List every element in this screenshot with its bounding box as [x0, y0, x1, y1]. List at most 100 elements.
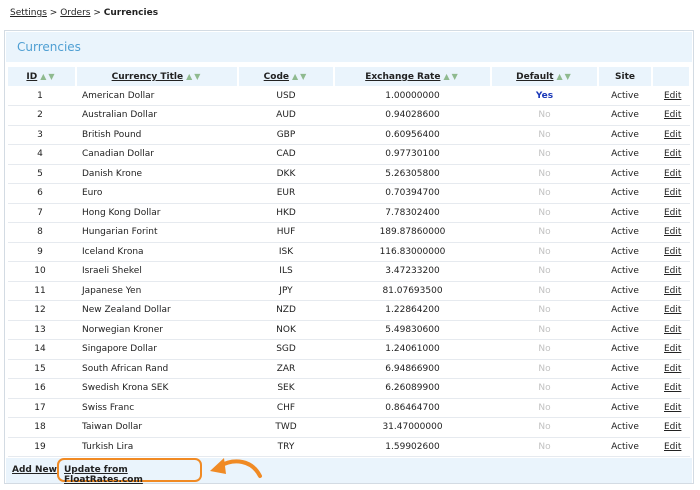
currencies-panel: Currencies ID ▲▼ Currency Title ▲▼ Code ▲▼ … — [4, 30, 694, 485]
cell-actions: Edit — [652, 300, 690, 321]
cell-exchange-rate: 116.83000000 — [334, 242, 491, 262]
cell-actions: Edit — [652, 281, 690, 301]
edit-link[interactable]: Edit — [664, 325, 681, 335]
table-row: 19 Turkish Lira TRY 1.59902600 No Active Edit — [8, 437, 690, 457]
cell-id: 16 — [8, 378, 76, 399]
cell-site-status: Active — [598, 203, 652, 223]
table-row: 2 Australian Dollar AUD 0.94028600 No Active E… — [8, 105, 690, 126]
cell-id: 6 — [8, 183, 76, 204]
add-new-link[interactable]: Add New — [12, 465, 57, 475]
sort-arrows-icon[interactable]: ▲▼ — [292, 72, 308, 81]
cell-exchange-rate: 0.86464700 — [334, 398, 491, 418]
cell-exchange-rate: 0.70394700 — [334, 183, 491, 204]
cell-id: 1 — [8, 86, 76, 106]
cell-code: ISK — [238, 242, 334, 262]
cell-default: No — [491, 320, 598, 340]
edit-link[interactable]: Edit — [664, 364, 681, 374]
cell-exchange-rate: 6.94866900 — [334, 359, 491, 379]
table-row: 14 Singapore Dollar SGD 1.24061000 No Active E… — [8, 339, 690, 360]
cell-currency-title: Swiss Franc — [76, 398, 238, 418]
column-header-rate: Exchange Rate ▲▼ — [334, 67, 492, 86]
edit-link[interactable]: Edit — [664, 286, 681, 296]
edit-link[interactable]: Edit — [664, 227, 681, 237]
callout-arrow-icon — [210, 458, 262, 478]
cell-currency-title: Canadian Dollar — [76, 144, 238, 165]
cell-code: AUD — [238, 105, 334, 126]
edit-link[interactable]: Edit — [664, 247, 681, 257]
cell-code: ILS — [238, 261, 334, 282]
breadcrumb: Settings > Orders > Currencies — [10, 8, 158, 18]
cell-code: HKD — [238, 203, 334, 223]
edit-link[interactable]: Edit — [664, 91, 681, 101]
edit-link[interactable]: Edit — [664, 130, 681, 140]
edit-link[interactable]: Edit — [664, 344, 681, 354]
edit-link[interactable]: Edit — [664, 266, 681, 276]
cell-currency-title: Iceland Krona — [76, 242, 238, 262]
cell-id: 14 — [8, 339, 76, 360]
cell-default: No — [491, 281, 598, 301]
cell-actions: Edit — [652, 378, 690, 399]
table-row: 8 Hungarian Forint HUF 189.87860000 No Active… — [8, 222, 690, 243]
table-row: 6 Euro EUR 0.70394700 No Active Edit — [8, 183, 690, 204]
breadcrumb-orders-link[interactable]: Orders — [60, 8, 90, 18]
cell-currency-title: Taiwan Dollar — [76, 417, 238, 438]
cell-currency-title: Norwegian Kroner — [76, 320, 238, 340]
edit-link[interactable]: Edit — [664, 208, 681, 218]
cell-id: 7 — [8, 203, 76, 223]
table-row: 15 South African Rand ZAR 6.94866900 No Activ… — [8, 359, 690, 379]
cell-currency-title: Danish Krone — [76, 164, 238, 184]
cell-site-status: Active — [598, 183, 652, 204]
column-header-default: Default ▲▼ — [491, 67, 599, 86]
cell-actions: Edit — [652, 261, 690, 282]
edit-link[interactable]: Edit — [664, 188, 681, 198]
cell-default: No — [491, 164, 598, 184]
cell-actions: Edit — [652, 437, 690, 457]
edit-link[interactable]: Edit — [664, 403, 681, 413]
cell-actions: Edit — [652, 125, 690, 145]
sort-by-rate-link[interactable]: Exchange Rate — [365, 72, 440, 82]
cell-site-status: Active — [598, 378, 652, 399]
cell-id: 4 — [8, 144, 76, 165]
sort-arrows-icon[interactable]: ▲▼ — [557, 72, 573, 81]
cell-actions: Edit — [652, 398, 690, 418]
cell-site-status: Active — [598, 144, 652, 165]
sort-by-default-link[interactable]: Default — [516, 72, 553, 82]
cell-site-status: Active — [598, 105, 652, 126]
cell-actions: Edit — [652, 144, 690, 165]
edit-link[interactable]: Edit — [664, 110, 681, 120]
table-row: 7 Hong Kong Dollar HKD 7.78302400 No Active Ed… — [8, 203, 690, 223]
cell-site-status: Active — [598, 359, 652, 379]
breadcrumb-settings-link[interactable]: Settings — [10, 8, 47, 18]
edit-link[interactable]: Edit — [664, 149, 681, 159]
cell-exchange-rate: 0.97730100 — [334, 144, 491, 165]
table-row: 17 Swiss Franc CHF 0.86464700 No Active Edit — [8, 398, 690, 418]
sort-by-code-link[interactable]: Code — [264, 72, 289, 82]
edit-link[interactable]: Edit — [664, 169, 681, 179]
table-row: 10 Israeli Shekel ILS 3.47233200 No Active Edi… — [8, 261, 690, 282]
cell-code: EUR — [238, 183, 334, 204]
sort-arrows-icon[interactable]: ▲▼ — [40, 72, 56, 81]
sort-arrows-icon[interactable]: ▲▼ — [443, 72, 459, 81]
cell-exchange-rate: 1.59902600 — [334, 437, 491, 457]
page-title: Currencies — [6, 32, 692, 62]
currencies-table: ID ▲▼ Currency Title ▲▼ Code ▲▼ Exchange Ra… — [8, 67, 691, 457]
cell-exchange-rate: 5.26305800 — [334, 164, 491, 184]
cell-currency-title: Australian Dollar — [76, 105, 238, 126]
cell-code: SGD — [238, 339, 334, 360]
edit-link[interactable]: Edit — [664, 305, 681, 315]
edit-link[interactable]: Edit — [664, 422, 681, 432]
cell-id: 2 — [8, 105, 76, 126]
sort-arrows-icon[interactable]: ▲▼ — [186, 72, 202, 81]
cell-id: 10 — [8, 261, 76, 282]
sort-by-id-link[interactable]: ID — [26, 72, 37, 82]
cell-default: No — [491, 261, 598, 282]
edit-link[interactable]: Edit — [664, 442, 681, 452]
update-floatrates-link[interactable]: Update from FloatRates.com — [64, 465, 143, 485]
cell-site-status: Active — [598, 281, 652, 301]
edit-link[interactable]: Edit — [664, 383, 681, 393]
cell-actions: Edit — [652, 242, 690, 262]
cell-currency-title: Hong Kong Dollar — [76, 203, 238, 223]
column-header-actions — [652, 67, 691, 86]
sort-by-title-link[interactable]: Currency Title — [112, 72, 183, 82]
table-footer: Add New Update from FloatRates.com — [6, 458, 692, 485]
